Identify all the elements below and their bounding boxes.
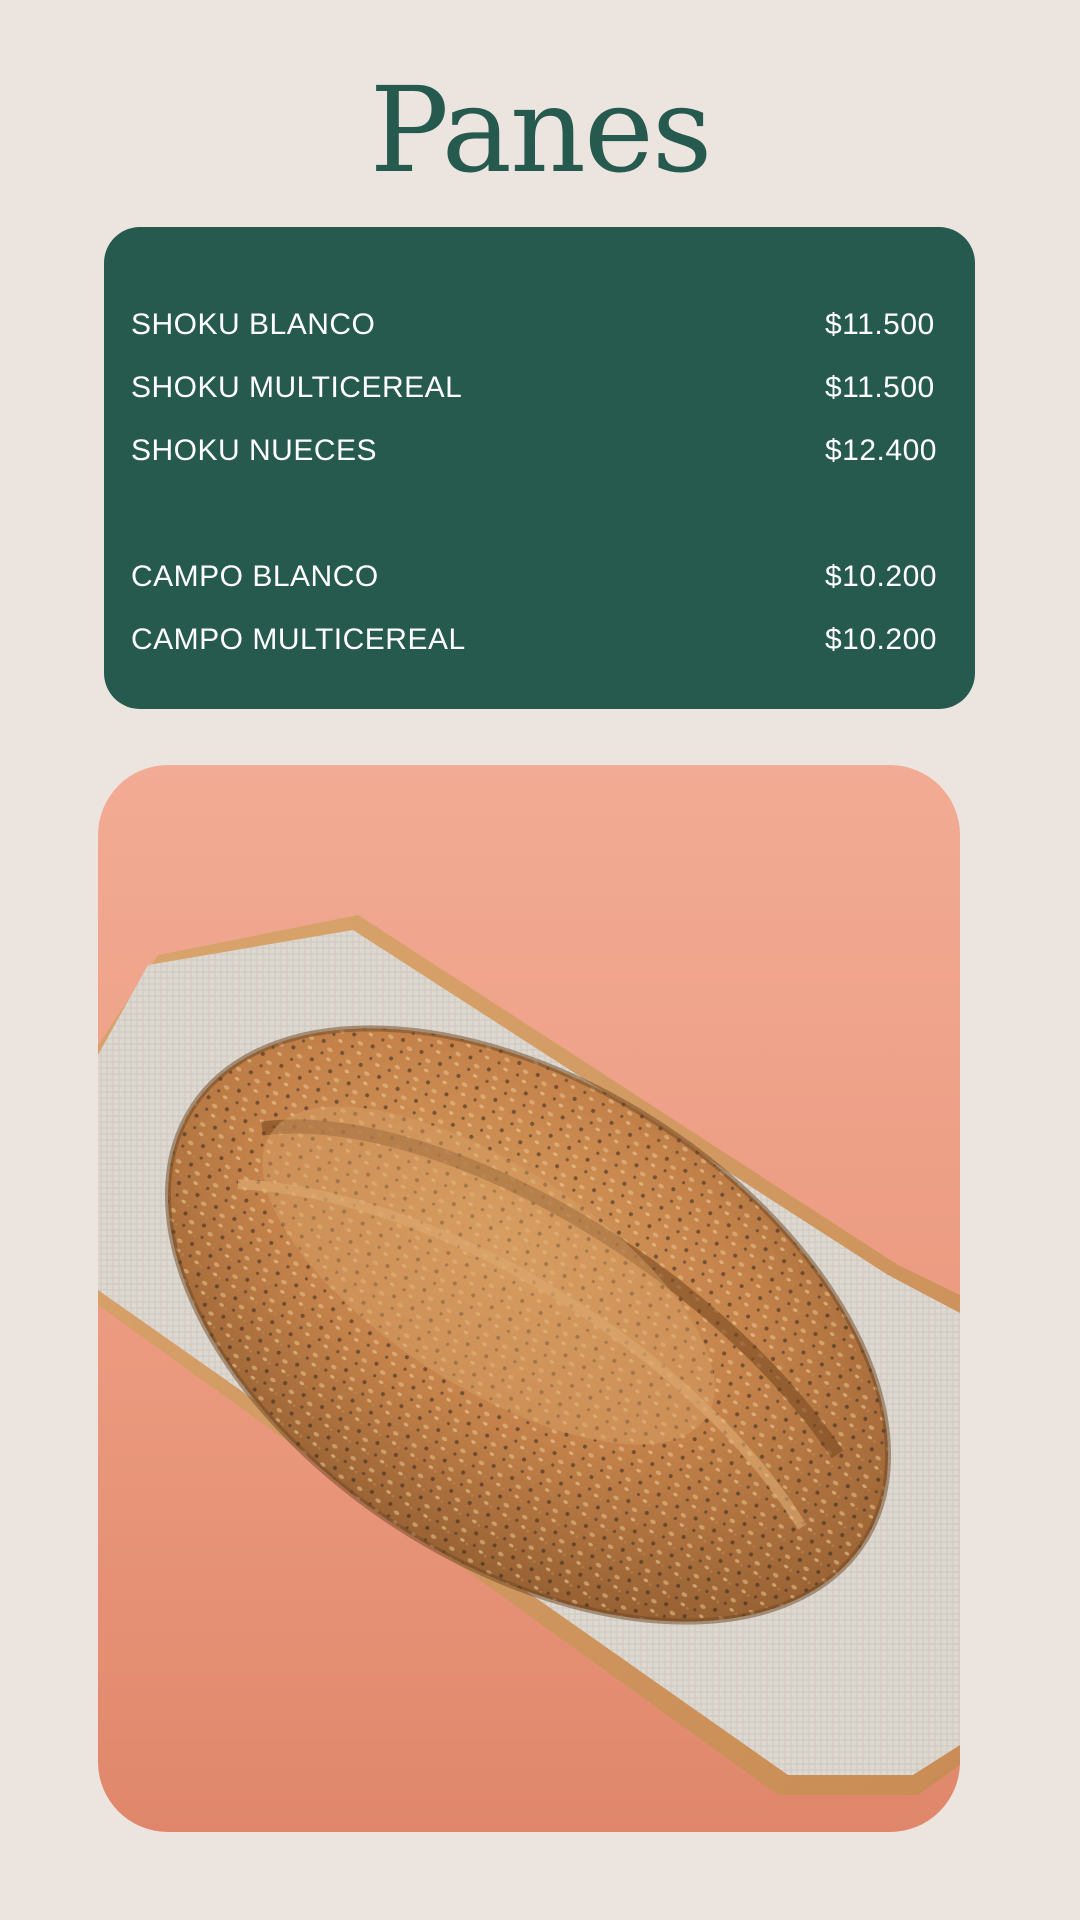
bread-loaf-illustration <box>98 765 960 1832</box>
menu-item-name: SHOKU NUECES <box>131 434 378 467</box>
menu-item-price: $10.200 <box>825 623 937 656</box>
menu-item-name: CAMPO BLANCO <box>131 560 379 593</box>
menu-item-price: $11.500 <box>825 371 935 404</box>
menu-item: SHOKU MULTICEREAL $11.500 <box>131 368 945 408</box>
menu-item: SHOKU BLANCO $11.500 <box>131 305 945 345</box>
menu-item: SHOKU NUECES $12.400 <box>131 431 945 471</box>
price-list-card: SHOKU BLANCO $11.500 SHOKU MULTICEREAL $… <box>104 227 975 709</box>
menu-item-name: SHOKU BLANCO <box>131 308 376 341</box>
menu-item-name: CAMPO MULTICEREAL <box>131 623 466 656</box>
bread-photo <box>98 765 960 1832</box>
menu-item-price: $12.400 <box>825 434 937 467</box>
menu-item-price: $11.500 <box>825 308 935 341</box>
menu-item-name: SHOKU MULTICEREAL <box>131 371 463 404</box>
menu-item: CAMPO BLANCO $10.200 <box>131 557 945 597</box>
page-title: Panes <box>369 61 713 199</box>
menu-item-price: $10.200 <box>825 560 937 593</box>
menu-item: CAMPO MULTICEREAL $10.200 <box>131 620 945 660</box>
